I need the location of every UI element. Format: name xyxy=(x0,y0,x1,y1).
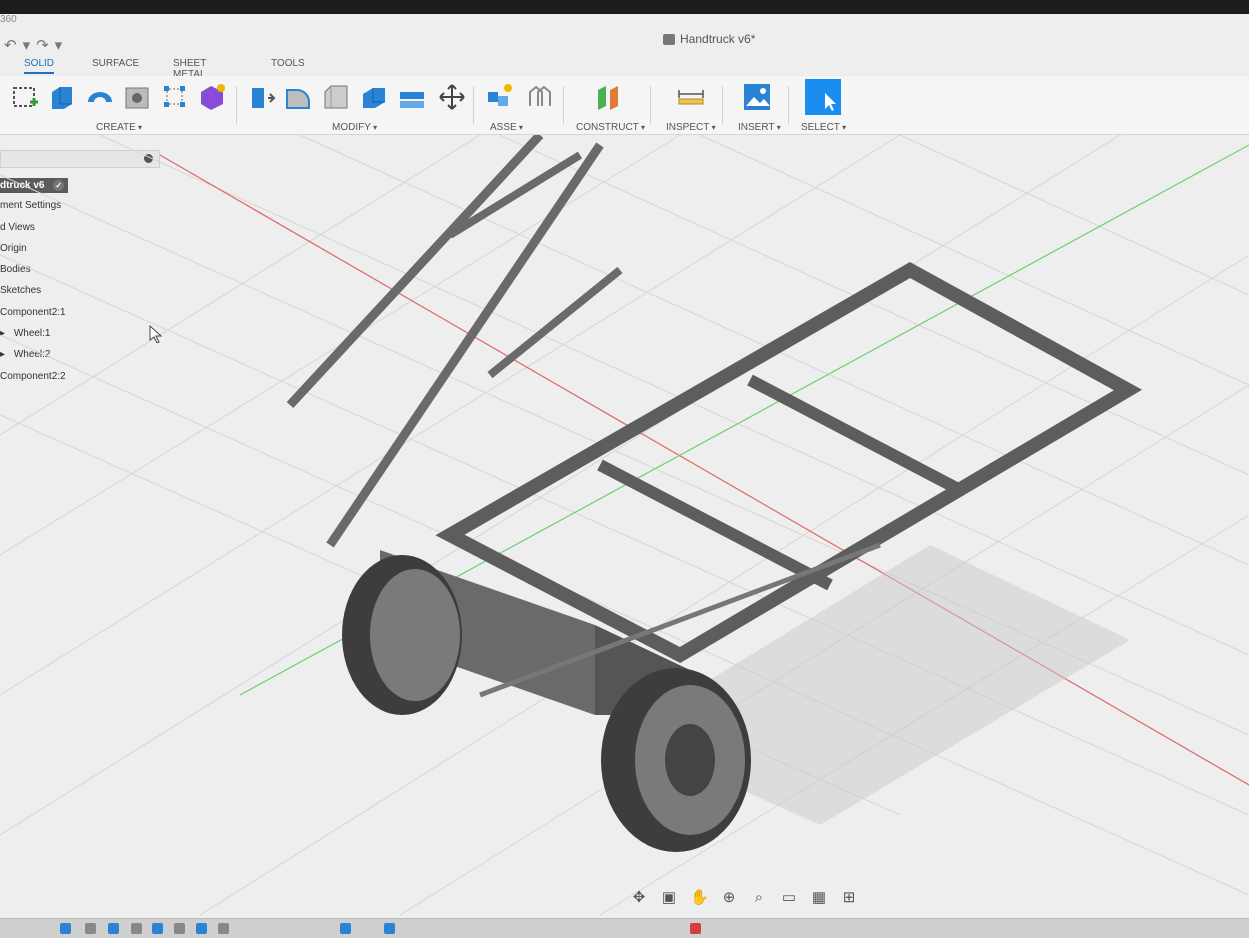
tab-solid[interactable]: SOLID xyxy=(24,58,55,74)
pattern-icon[interactable] xyxy=(160,82,190,112)
assemble-menu[interactable]: ASSE xyxy=(490,122,523,133)
timeline-feature-icon[interactable] xyxy=(690,923,701,934)
separator xyxy=(236,86,237,124)
create-menu[interactable]: CREATE xyxy=(96,122,142,133)
navigation-bar: ✥ ▣ ✋ ⊕ ⌕ ▭ ▦ ⊞ xyxy=(630,890,858,906)
zoom-icon[interactable]: ⊕ xyxy=(720,890,738,906)
timeline-feature-icon[interactable] xyxy=(174,923,185,934)
construct-menu[interactable]: CONSTRUCT xyxy=(576,122,645,133)
look-at-icon[interactable]: ▣ xyxy=(660,890,678,906)
display-icon[interactable]: ▭ xyxy=(780,890,798,906)
document-title-text: Handtruck v6* xyxy=(680,32,756,46)
timeline-feature-icon[interactable] xyxy=(108,923,119,934)
orbit-icon[interactable]: ✥ xyxy=(630,890,648,906)
timeline-feature-icon[interactable] xyxy=(340,923,351,934)
extrude-icon[interactable] xyxy=(47,82,77,112)
document-icon xyxy=(663,33,675,45)
chamfer-icon[interactable] xyxy=(321,82,351,112)
separator xyxy=(650,86,651,124)
timeline-feature-icon[interactable] xyxy=(196,923,207,934)
grid-icon[interactable]: ▦ xyxy=(810,890,828,906)
timeline-feature-icon[interactable] xyxy=(60,923,71,934)
shell-icon[interactable] xyxy=(359,82,389,112)
combine-icon[interactable] xyxy=(397,82,427,112)
create-sketch-icon[interactable] xyxy=(10,82,40,112)
separator xyxy=(473,86,474,124)
insert-menu[interactable]: INSERT xyxy=(738,122,781,133)
revolve-icon[interactable] xyxy=(85,82,115,112)
quick-access[interactable]: ↶▾↷▾ xyxy=(4,36,68,54)
fillet-icon[interactable] xyxy=(283,82,313,112)
create-form-icon[interactable] xyxy=(197,82,227,112)
select-menu[interactable]: SELECT xyxy=(801,122,846,133)
timeline-feature-icon[interactable] xyxy=(218,923,229,934)
tab-tools[interactable]: TOOLS xyxy=(271,58,305,69)
timeline-feature-icon[interactable] xyxy=(85,923,96,934)
insert-image-icon[interactable] xyxy=(742,82,772,112)
timeline xyxy=(0,918,1249,938)
mouse-cursor-icon xyxy=(149,325,163,343)
new-component-icon[interactable] xyxy=(485,82,515,112)
separator xyxy=(722,86,723,124)
app-label: 360 xyxy=(0,14,17,25)
tab-surface[interactable]: SURFACE xyxy=(92,58,139,69)
separator xyxy=(563,86,564,124)
move-icon[interactable] xyxy=(437,82,467,112)
inspect-menu[interactable]: INSPECT xyxy=(666,122,716,133)
fit-icon[interactable]: ⌕ xyxy=(750,890,768,906)
hole-icon[interactable] xyxy=(122,82,152,112)
separator xyxy=(788,86,789,124)
viewports-icon[interactable]: ⊞ xyxy=(840,890,858,906)
offset-plane-icon[interactable] xyxy=(594,82,624,112)
pan-hand-icon[interactable]: ✋ xyxy=(690,890,709,906)
modify-menu[interactable]: MODIFY xyxy=(332,122,377,133)
timeline-feature-icon[interactable] xyxy=(131,923,142,934)
toolbar: CREATE MODIFY ASSE CONSTRUCT INSPECT xyxy=(0,76,1249,135)
measure-icon[interactable] xyxy=(676,82,706,112)
timeline-feature-icon[interactable] xyxy=(152,923,163,934)
press-pull-icon[interactable] xyxy=(246,82,276,112)
joint-icon[interactable] xyxy=(525,82,555,112)
canvas-viewport[interactable] xyxy=(0,135,1249,915)
select-icon[interactable] xyxy=(805,79,841,115)
timeline-feature-icon[interactable] xyxy=(384,923,395,934)
document-title: Handtruck v6* xyxy=(663,32,755,46)
